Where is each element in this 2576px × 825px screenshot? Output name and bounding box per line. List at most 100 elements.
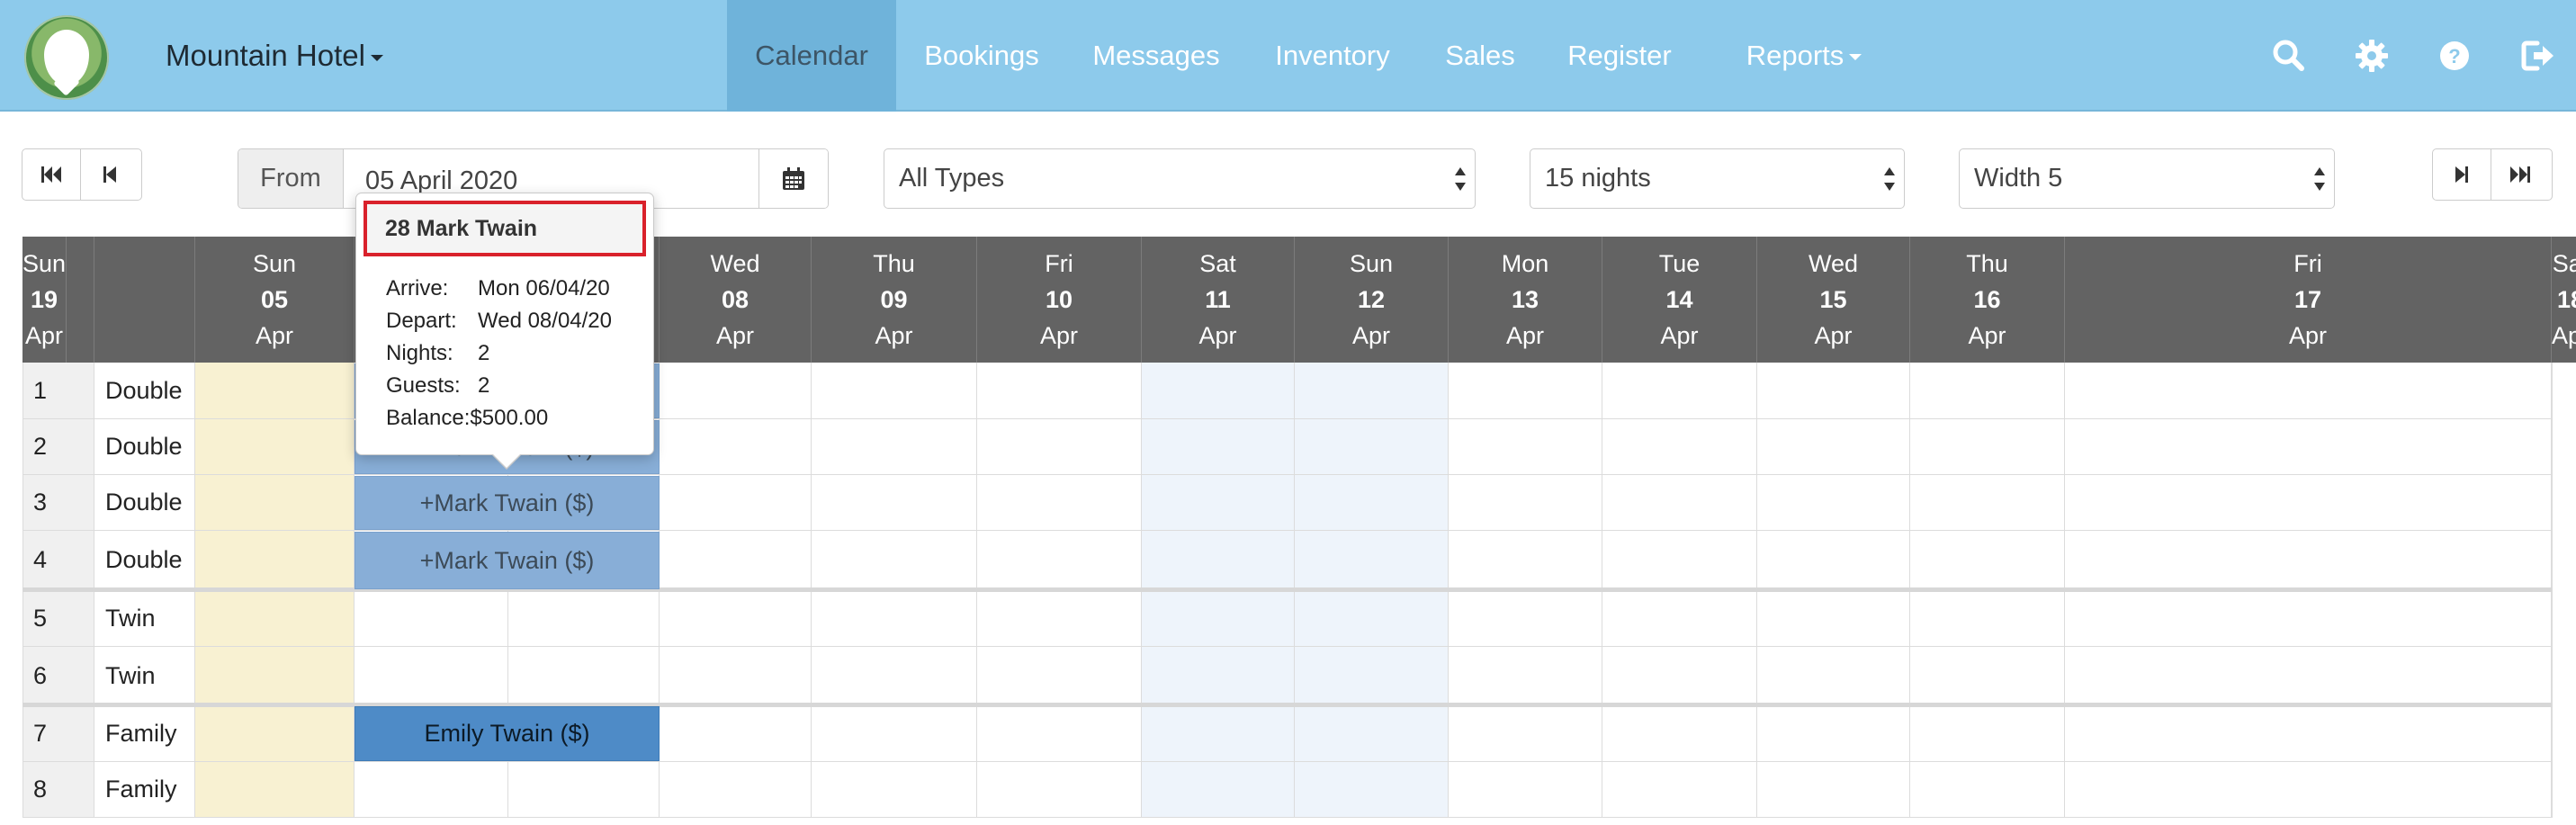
day-cell[interactable] xyxy=(195,475,355,531)
day-cell[interactable] xyxy=(660,475,812,531)
day-cell[interactable] xyxy=(1757,590,1910,647)
prev-page-button[interactable] xyxy=(80,149,139,200)
day-cell[interactable] xyxy=(1295,762,1449,818)
day-cell[interactable] xyxy=(660,531,812,590)
day-cell[interactable] xyxy=(2552,419,2553,475)
day-cell[interactable] xyxy=(2065,705,2552,762)
day-cell[interactable] xyxy=(1602,363,1757,419)
next-page-button[interactable] xyxy=(2433,149,2491,200)
day-cell[interactable] xyxy=(660,705,812,762)
day-cell[interactable] xyxy=(195,705,355,762)
day-cell[interactable] xyxy=(1142,705,1295,762)
last-page-button[interactable] xyxy=(2491,149,2549,200)
day-cell[interactable] xyxy=(1295,705,1449,762)
day-cell[interactable] xyxy=(2065,762,2552,818)
day-cell[interactable] xyxy=(1602,762,1757,818)
day-cell[interactable] xyxy=(22,647,23,705)
day-cell[interactable] xyxy=(2065,475,2552,531)
day-cell[interactable] xyxy=(355,647,508,705)
hotel-logo[interactable] xyxy=(24,15,109,100)
day-cell[interactable] xyxy=(1449,590,1602,647)
day-cell[interactable] xyxy=(1757,531,1910,590)
day-cell[interactable] xyxy=(1602,705,1757,762)
day-cell[interactable] xyxy=(1142,475,1295,531)
day-cell[interactable] xyxy=(1295,531,1449,590)
day-cell[interactable] xyxy=(2552,647,2553,705)
day-cell[interactable] xyxy=(812,531,977,590)
width-select[interactable]: Width 5 xyxy=(1959,148,2335,209)
day-cell[interactable] xyxy=(2065,419,2552,475)
day-cell[interactable] xyxy=(660,419,812,475)
day-cell[interactable] xyxy=(1602,419,1757,475)
day-cell[interactable] xyxy=(1910,647,2065,705)
nights-select[interactable]: 15 nights xyxy=(1530,148,1905,209)
day-cell[interactable] xyxy=(355,590,508,647)
day-cell[interactable] xyxy=(1910,705,2065,762)
day-cell[interactable] xyxy=(1142,590,1295,647)
nav-calendar[interactable]: Calendar xyxy=(727,0,896,112)
day-cell[interactable] xyxy=(1449,531,1602,590)
nav-register[interactable]: Register xyxy=(1558,0,1681,112)
day-cell[interactable] xyxy=(977,705,1142,762)
day-cell[interactable] xyxy=(1757,419,1910,475)
day-cell[interactable] xyxy=(22,531,23,590)
day-cell[interactable] xyxy=(1757,647,1910,705)
day-cell[interactable] xyxy=(977,647,1142,705)
day-cell[interactable] xyxy=(2552,363,2553,419)
day-cell[interactable] xyxy=(1449,762,1602,818)
calendar-picker-button[interactable] xyxy=(758,149,828,208)
day-cell[interactable] xyxy=(1449,647,1602,705)
day-cell[interactable] xyxy=(1910,475,2065,531)
day-cell[interactable] xyxy=(1602,590,1757,647)
day-cell[interactable] xyxy=(1142,531,1295,590)
day-cell[interactable] xyxy=(812,705,977,762)
day-cell[interactable] xyxy=(812,419,977,475)
day-cell[interactable] xyxy=(2065,590,2552,647)
day-cell[interactable] xyxy=(195,363,355,419)
booking-bar[interactable]: +Mark Twain ($) xyxy=(355,532,660,589)
day-cell[interactable] xyxy=(812,475,977,531)
day-cell[interactable] xyxy=(355,762,508,818)
day-cell[interactable] xyxy=(22,590,23,647)
day-cell[interactable] xyxy=(812,762,977,818)
day-cell[interactable] xyxy=(1142,419,1295,475)
nav-messages[interactable]: Messages xyxy=(1085,0,1227,112)
day-cell[interactable] xyxy=(2552,590,2553,647)
day-cell[interactable] xyxy=(2552,475,2553,531)
day-cell[interactable] xyxy=(812,590,977,647)
day-cell[interactable] xyxy=(1449,475,1602,531)
search-icon[interactable] xyxy=(2269,36,2309,76)
day-cell[interactable] xyxy=(195,647,355,705)
day-cell[interactable] xyxy=(977,590,1142,647)
day-cell[interactable] xyxy=(22,419,23,475)
day-cell[interactable] xyxy=(1142,647,1295,705)
day-cell[interactable] xyxy=(1910,590,2065,647)
day-cell[interactable] xyxy=(977,363,1142,419)
day-cell[interactable] xyxy=(22,762,23,818)
day-cell[interactable] xyxy=(812,363,977,419)
booking-bar[interactable]: +Mark Twain ($) xyxy=(355,476,660,530)
nav-bookings[interactable]: Bookings xyxy=(909,0,1055,112)
help-icon[interactable]: ? xyxy=(2435,36,2474,76)
day-cell[interactable] xyxy=(195,419,355,475)
day-cell[interactable] xyxy=(977,531,1142,590)
gear-icon[interactable] xyxy=(2352,36,2392,76)
day-cell[interactable] xyxy=(1295,590,1449,647)
day-cell[interactable] xyxy=(508,590,660,647)
day-cell[interactable] xyxy=(977,762,1142,818)
day-cell[interactable] xyxy=(2065,647,2552,705)
day-cell[interactable] xyxy=(1602,647,1757,705)
day-cell[interactable] xyxy=(660,363,812,419)
day-cell[interactable] xyxy=(1602,475,1757,531)
day-cell[interactable] xyxy=(1910,762,2065,818)
day-cell[interactable] xyxy=(508,762,660,818)
nav-inventory[interactable]: Inventory xyxy=(1263,0,1402,112)
day-cell[interactable] xyxy=(1757,705,1910,762)
day-cell[interactable] xyxy=(195,531,355,590)
day-cell[interactable] xyxy=(977,419,1142,475)
day-cell[interactable] xyxy=(1295,647,1449,705)
day-cell[interactable] xyxy=(2065,531,2552,590)
day-cell[interactable] xyxy=(1757,475,1910,531)
day-cell[interactable] xyxy=(1757,762,1910,818)
day-cell[interactable] xyxy=(1142,363,1295,419)
